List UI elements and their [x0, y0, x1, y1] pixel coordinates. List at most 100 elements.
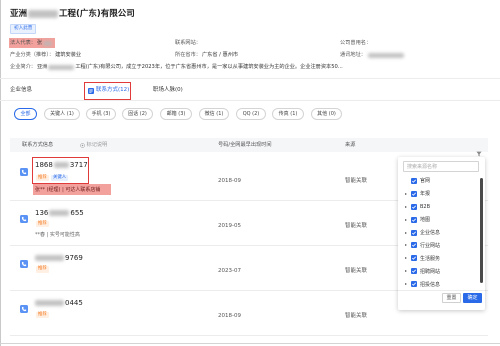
caret-right-icon[interactable]: [403, 281, 409, 287]
source-option-label: 官网: [420, 178, 431, 185]
panel-scrollbar[interactable]: [480, 178, 483, 283]
redacted-blur: [48, 64, 75, 70]
tab-network[interactable]: 职场人脉(0): [153, 86, 183, 95]
filter-chip-email[interactable]: 邮箱 (3): [160, 108, 192, 120]
legal-rep-field: 法人代表： 张: [10, 39, 53, 47]
source-option-recruit-site[interactable]: 招聘网站: [398, 265, 478, 278]
checkbox-checked-icon[interactable]: [410, 281, 417, 288]
location-value: 广东省 / 惠州市: [201, 52, 239, 58]
source-option-label: 地图: [420, 217, 431, 224]
window-bottom-border: [0, 343, 500, 344]
filter-chip-other[interactable]: 其他 (0): [311, 108, 342, 120]
source-option-industry-site[interactable]: 行业网站: [398, 239, 478, 252]
contact-number[interactable]: 9769: [35, 254, 83, 262]
caret-right-icon[interactable]: [403, 268, 409, 274]
redacted-blur: [43, 40, 53, 46]
contact-note: 张** (经理) | 可达人联系店铺: [35, 186, 101, 193]
filter-chip-fax[interactable]: 传真 (1): [272, 108, 304, 120]
website-label: 联系网站：: [175, 40, 201, 46]
source-option-company-info[interactable]: 企业信息: [398, 226, 478, 239]
filter-icon[interactable]: [476, 142, 482, 157]
redacted-blur: [28, 10, 59, 18]
source-option-label: 招投信息: [420, 281, 441, 288]
first-seen-date: 2019-05: [218, 223, 241, 229]
address-label: 通讯地址：: [340, 52, 366, 58]
filter-chip-landline[interactable]: 固话 (2): [122, 108, 153, 120]
intro-label: 企业简介：: [10, 64, 36, 70]
contact-number[interactable]: 136 655: [35, 209, 84, 217]
panel-divider: [398, 290, 485, 291]
source-option-map[interactable]: 地图: [398, 213, 478, 226]
checkbox-checked-icon[interactable]: [410, 216, 417, 223]
industry-value: 建筑安装业: [55, 52, 82, 58]
source-option-list: 官网 年报 B2B 地图 企业信息 行业网站 生活服务 招聘网站 招投信息: [398, 175, 478, 290]
phone-icon: [20, 298, 28, 313]
reset-button[interactable]: 重置: [442, 293, 461, 303]
intro-head: 亚洲: [36, 64, 48, 70]
caret-right-icon[interactable]: [403, 255, 409, 261]
caret-right-icon[interactable]: [403, 204, 409, 210]
checkbox-checked-icon[interactable]: [410, 203, 417, 210]
contact-note: **春 | 实号可能性高: [35, 231, 80, 238]
row-divider: [10, 335, 488, 336]
annotation-box: [84, 82, 131, 100]
source-search-input[interactable]: [403, 161, 479, 172]
filter-chip-key-person[interactable]: 关键人 (1): [44, 108, 80, 120]
column-header-contact: 联系方式信息: [22, 142, 54, 148]
redacted-blur: [367, 52, 404, 58]
source-filter-panel: 官网 年报 B2B 地图 企业信息 行业网站: [398, 157, 485, 310]
filter-chip-all[interactable]: 全部: [14, 108, 37, 120]
source-option-b2b[interactable]: B2B: [398, 200, 478, 213]
caret-right-icon[interactable]: [403, 191, 409, 197]
source-option-label: 生活服务: [420, 255, 441, 262]
source-option-official-site[interactable]: 官网: [398, 175, 478, 188]
contact-number[interactable]: 0445: [35, 299, 83, 307]
first-seen-date: 2018-09: [218, 313, 241, 319]
company-name-tail: 工程(广东)有限公司: [59, 9, 135, 19]
filter-chip-wechat[interactable]: 微信 (1): [199, 108, 229, 120]
address-field: 通讯地址：: [340, 51, 404, 59]
caret-right-icon[interactable]: [403, 217, 409, 223]
recommend-tag: 推荐: [36, 266, 49, 273]
source-option-bidding-info[interactable]: 招投信息: [398, 278, 478, 290]
checkbox-checked-icon[interactable]: [410, 177, 417, 184]
legal-rep-label: 法人代表：: [10, 40, 36, 46]
checkbox-checked-icon[interactable]: [410, 229, 417, 236]
tab-company-info[interactable]: 企业信息: [10, 86, 32, 95]
company-title: 亚洲 工程(广东)有限公司: [10, 8, 135, 20]
former-name-label: 公司曾用名：: [340, 40, 372, 46]
source-option-label: 企业信息: [420, 230, 441, 236]
phone-icon: [20, 253, 28, 268]
source-label: 智能关联: [345, 178, 368, 184]
filter-chip-mobile[interactable]: 手机 (3): [86, 108, 116, 120]
source-option-annual-report[interactable]: 年报: [398, 187, 478, 200]
checkbox-checked-icon[interactable]: [410, 255, 417, 262]
industry-label: 产业分类（推荐）：: [10, 52, 55, 58]
number-head: 136: [35, 209, 49, 217]
location-field: 所在省市： 广东省 / 惠州市: [175, 51, 238, 59]
first-seen-date: 2023-07: [218, 268, 241, 274]
checkbox-checked-icon[interactable]: [410, 242, 417, 249]
source-option-label: 行业网站: [420, 242, 441, 249]
caret-right-icon[interactable]: [403, 230, 409, 236]
annotation-box: [32, 157, 89, 184]
source-option-label: B2B: [420, 203, 431, 210]
checkbox-checked-icon[interactable]: [410, 190, 417, 197]
divider: [0, 100, 500, 101]
mark-help-link[interactable]: 标记说明: [80, 138, 107, 152]
company-name-head: 亚洲: [10, 9, 28, 19]
confirm-button[interactable]: 确定: [463, 293, 482, 303]
source-option-label: 年报: [420, 191, 431, 198]
source-label: 智能关联: [345, 268, 368, 274]
legal-rep-value[interactable]: 张: [37, 39, 42, 47]
column-header-source: 来源: [345, 142, 356, 148]
filter-chip-qq[interactable]: QQ (2): [236, 108, 266, 120]
company-tag-badge: 初入此营: [10, 24, 37, 34]
caret-right-icon[interactable]: [403, 242, 409, 248]
first-seen-date: 2018-09: [218, 178, 241, 184]
number-tail: 655: [70, 209, 84, 217]
phone-icon: [20, 208, 28, 223]
checkbox-checked-icon[interactable]: [410, 268, 417, 275]
redacted-blur: [35, 255, 64, 261]
source-option-life-service[interactable]: 生活服务: [398, 252, 478, 265]
